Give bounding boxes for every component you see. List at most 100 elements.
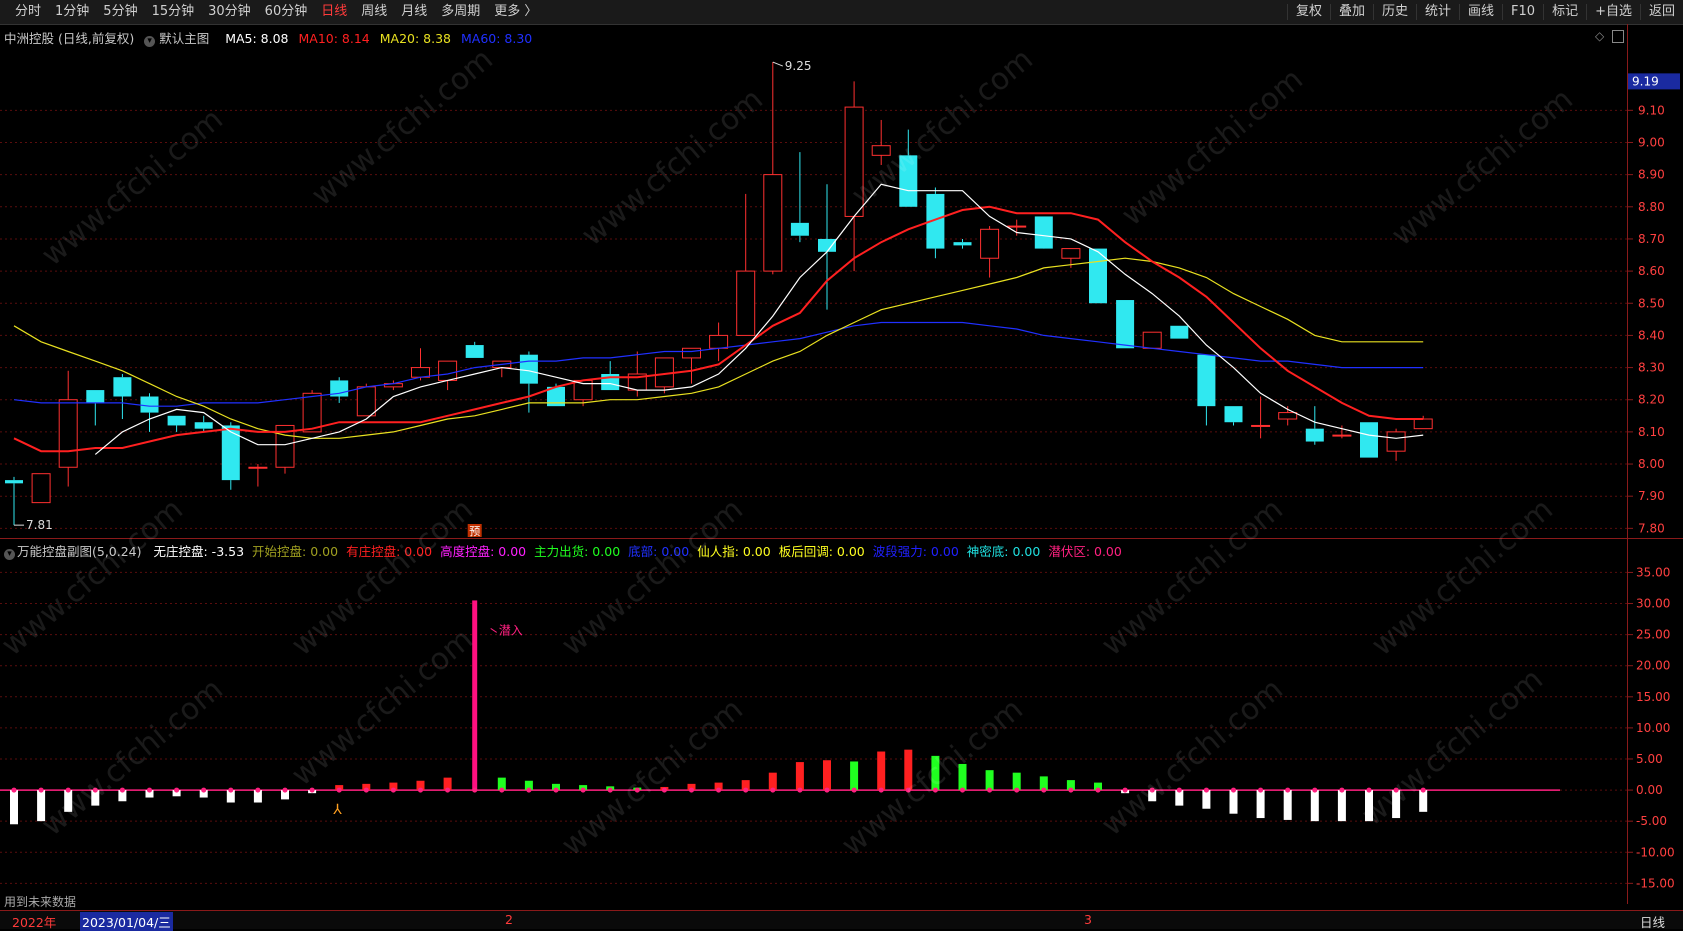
cursor-date: 2023/01/04/三 xyxy=(80,912,173,931)
sub-indicator-chart[interactable]: 潜入 ⅄ xyxy=(0,560,1627,902)
tool-button-5[interactable]: F10 xyxy=(1502,4,1543,20)
ma20-label: MA20: 8.38 xyxy=(379,31,451,46)
tab-period-5[interactable]: 60分钟 xyxy=(258,4,315,20)
price-tick-label: 8.80 xyxy=(1638,200,1665,214)
candle xyxy=(248,464,268,487)
sub-bar xyxy=(958,763,967,791)
zero-dot xyxy=(1339,787,1345,793)
candle xyxy=(601,361,620,391)
tab-period-7[interactable]: 周线 xyxy=(354,4,394,20)
sub-bar xyxy=(1392,790,1401,819)
diamond-icon[interactable]: ◇ xyxy=(1595,29,1604,43)
candle xyxy=(167,415,186,432)
price-tick-label: 8.00 xyxy=(1638,457,1665,471)
sub-bar xyxy=(823,760,831,791)
sub-bar xyxy=(768,772,777,791)
tab-period-8[interactable]: 月线 xyxy=(394,4,434,20)
tab-period-1[interactable]: 1分钟 xyxy=(48,4,96,20)
zero-dot xyxy=(282,787,288,793)
sub-tick-label: 5.00 xyxy=(1636,752,1663,766)
template-dropdown[interactable]: ▾ 默认主图 xyxy=(144,31,215,47)
price-tick-label: 7.80 xyxy=(1638,521,1665,535)
zero-dot xyxy=(445,787,451,793)
candle xyxy=(465,341,484,358)
ma5-line xyxy=(94,183,1424,455)
tab-period-0[interactable]: 分时 xyxy=(8,4,48,20)
candle xyxy=(790,152,809,243)
zero-dot xyxy=(1312,787,1318,793)
candle xyxy=(194,415,213,432)
price-tick-label: 8.60 xyxy=(1638,264,1665,278)
tab-period-3[interactable]: 15分钟 xyxy=(145,4,202,20)
price-tick-label: 8.70 xyxy=(1638,232,1665,246)
candle xyxy=(438,360,458,391)
tab-period-4[interactable]: 30分钟 xyxy=(201,4,258,20)
panel-toggle-icon[interactable] xyxy=(1612,30,1624,43)
zero-dot xyxy=(65,787,71,793)
template-label: 默认主图 xyxy=(159,31,210,46)
zero-dot xyxy=(987,787,993,793)
candle xyxy=(411,348,430,381)
candle xyxy=(1170,325,1189,339)
tab-period-9[interactable]: 多周期 xyxy=(434,4,487,20)
svg-text:9.19: 9.19 xyxy=(1632,74,1659,88)
price-tick-label: 8.20 xyxy=(1638,393,1665,407)
sub-value-3: 高度控盘: 0.00 xyxy=(440,544,527,559)
sub-tick-label: -10.00 xyxy=(1636,845,1675,859)
tab-period-2[interactable]: 5分钟 xyxy=(96,4,144,20)
tool-button-6[interactable]: 标记 xyxy=(1543,4,1586,20)
candle xyxy=(31,473,51,504)
candle xyxy=(736,193,756,336)
zero-dot xyxy=(824,787,830,793)
tool-button-8[interactable]: 返回 xyxy=(1639,4,1683,20)
zero-dot xyxy=(336,787,342,793)
sub-indicator-info: ▾ 万能控盘副图(5,0.24) 无庄控盘: -3.53 开始控盘: 0.00 有庄控… xyxy=(0,541,1130,560)
zero-dot xyxy=(390,787,396,793)
ma5-label: MA5: 8.08 xyxy=(225,31,289,46)
sub-bar xyxy=(985,770,994,791)
candle xyxy=(818,184,836,310)
zero-dot xyxy=(1420,787,1426,793)
sub-value-0: 无庄控盘: -3.53 xyxy=(153,544,245,559)
sub-tick-label: 10.00 xyxy=(1636,721,1670,735)
zero-dot xyxy=(1068,787,1074,793)
ma60-label: MA60: 8.30 xyxy=(460,31,533,46)
date-axis: 2022年 2023/01/04/三 2 3 日线 xyxy=(0,910,1683,931)
candle xyxy=(844,81,864,272)
zero-dot xyxy=(661,787,667,793)
stock-title: 中洲控股 (日线,前复权) xyxy=(4,31,135,46)
zero-dot xyxy=(878,787,884,793)
chevron-down-icon[interactable]: ▾ xyxy=(4,549,15,560)
zero-dot xyxy=(607,787,613,793)
candle xyxy=(5,476,23,526)
sub-bar xyxy=(904,749,913,791)
price-tick-label: 8.40 xyxy=(1638,328,1665,342)
candle xyxy=(899,129,918,207)
price-tick-label: 9.00 xyxy=(1638,135,1665,149)
tool-button-3[interactable]: 统计 xyxy=(1416,4,1459,20)
forecast-marker: 预 xyxy=(467,524,482,538)
candle xyxy=(113,374,132,420)
tool-button-4[interactable]: 画线 xyxy=(1459,4,1502,20)
tool-button-0[interactable]: 复权 xyxy=(1286,4,1330,20)
period-tabs: 分时 1分钟 5分钟 15分钟 30分钟 60分钟 日线 周线 月线 多周期 更多 〉 xyxy=(8,4,544,20)
sub-bar xyxy=(877,751,886,791)
tab-period-10[interactable]: 更多 〉 xyxy=(487,4,544,20)
candlestick-chart[interactable]: 9.25 7.81 预 xyxy=(0,46,1627,538)
zero-dot xyxy=(1285,787,1291,793)
zero-dot xyxy=(1176,787,1182,793)
zero-dot xyxy=(553,787,559,793)
tool-button-7[interactable]: +自选 xyxy=(1586,4,1640,20)
tool-button-1[interactable]: 叠加 xyxy=(1329,4,1373,20)
zero-dot xyxy=(147,787,152,793)
tab-period-6[interactable]: 日线 xyxy=(314,4,354,20)
tool-button-2[interactable]: 历史 xyxy=(1372,4,1416,20)
zero-dot xyxy=(92,787,98,793)
zero-dot xyxy=(119,787,125,793)
month-label-3: 3 xyxy=(1084,912,1092,927)
candle xyxy=(86,390,105,426)
panel-divider xyxy=(0,538,1683,539)
sub-bar xyxy=(10,790,18,825)
candle xyxy=(1305,406,1324,445)
candle xyxy=(1360,422,1378,458)
